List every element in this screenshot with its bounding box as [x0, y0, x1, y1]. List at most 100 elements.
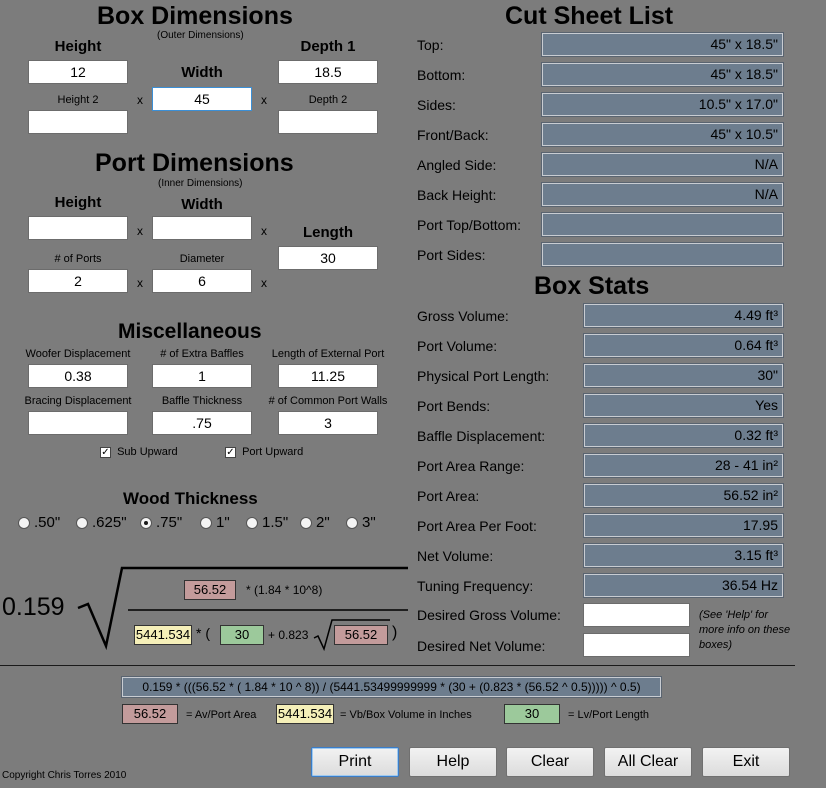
port-width-label: Width [181, 196, 223, 213]
formula-expression: 0.159 * (((56.52 * ( 1.84 * 10 ^ 8)) / (… [121, 676, 662, 698]
extra-baffles-input[interactable]: 1 [152, 364, 252, 388]
radio-option[interactable]: 2" [300, 514, 346, 532]
cut-sheet-value [541, 242, 784, 267]
cut-sheet-value: 45" x 18.5" [541, 62, 784, 87]
legend-box-volume-text: = Vb/Box Volume in Inches [340, 709, 472, 721]
box-height2-label: Height 2 [57, 94, 99, 106]
cut-sheet-label: Port Sides: [417, 247, 486, 263]
cut-sheet-value: N/A [541, 152, 784, 177]
bracing-displacement-input[interactable] [28, 411, 128, 435]
desired-gross-volume-input[interactable] [583, 603, 690, 627]
checkbox-check-icon: ✓ [100, 446, 111, 458]
stat-value: 36.54 Hz [583, 573, 784, 598]
formula-close-paren: ) [392, 624, 398, 641]
desired-net-volume-input[interactable] [583, 633, 690, 657]
box-stats-title: Box Stats [534, 272, 650, 300]
legend-port-area-text: = Av/Port Area [186, 709, 257, 721]
box-height-input[interactable]: 12 [28, 60, 128, 84]
help-note: (See 'Help' for more info on these boxes… [699, 609, 791, 651]
formula-star-paren: * ( [196, 625, 210, 641]
times-sign: x [137, 224, 143, 238]
help-button[interactable]: Help [409, 747, 497, 777]
baffle-thickness-input[interactable]: .75 [152, 411, 252, 435]
num-ports-input[interactable]: 2 [28, 269, 128, 293]
radio-option[interactable]: 1" [200, 514, 246, 532]
cut-sheet-value: 45" x 18.5" [541, 32, 784, 57]
box-height2-input[interactable] [28, 110, 128, 134]
common-port-walls-input[interactable]: 3 [278, 411, 378, 435]
cut-sheet-value [541, 212, 784, 237]
stat-value: 3.15 ft³ [583, 543, 784, 568]
radio-option[interactable]: 1.5" [246, 514, 300, 532]
port-dimensions-subtitle: (Inner Dimensions) [158, 178, 243, 189]
port-height-input[interactable] [28, 216, 128, 240]
copyright-text: Copyright Chris Torres 2010 [2, 770, 127, 781]
legend-port-area-box: 56.52 [122, 704, 178, 724]
sub-upward-checkbox[interactable]: ✓ Sub Upward [100, 446, 178, 458]
port-width-input[interactable] [152, 216, 252, 240]
checkbox-check-icon: ✓ [225, 446, 236, 458]
cut-sheet-label: Top: [417, 37, 444, 53]
radio-option[interactable]: .75" [140, 514, 200, 532]
sub-upward-label: Sub Upward [117, 446, 178, 458]
divider-line [0, 665, 795, 666]
box-dimensions-title: Box Dimensions [97, 2, 293, 30]
box-depth2-input[interactable] [278, 110, 378, 134]
times-sign: x [137, 276, 143, 290]
extra-baffles-label: # of Extra Baffles [160, 348, 244, 360]
bracing-displacement-label: Bracing Displacement [24, 395, 132, 407]
stat-label: Gross Volume: [417, 308, 509, 324]
exit-button[interactable]: Exit [702, 747, 790, 777]
port-upward-label: Port Upward [242, 446, 304, 458]
stat-label: Port Volume: [417, 338, 498, 354]
cut-sheet-label: Bottom: [417, 67, 466, 83]
cut-sheet-label: Back Height: [417, 187, 497, 203]
radio-option[interactable]: .50" [18, 514, 76, 532]
stat-value: 56.52 in² [583, 483, 784, 508]
stat-label: Physical Port Length: [417, 368, 550, 384]
stat-label: Port Area Per Foot: [417, 518, 537, 534]
box-depth2-label: Depth 2 [308, 94, 348, 106]
woofer-displacement-input[interactable]: 0.38 [28, 364, 128, 388]
cut-sheet-label: Sides: [417, 97, 456, 113]
external-port-length-label: Length of External Port [271, 348, 385, 360]
stat-label: Port Area Range: [417, 458, 525, 474]
stat-label: Tuning Frequency: [417, 578, 534, 594]
stat-label: Port Area: [417, 488, 480, 504]
port-length-label: Length [303, 224, 353, 241]
box-dimensions-subtitle: (Outer Dimensions) [157, 30, 244, 41]
baffle-thickness-label: Baffle Thickness [161, 395, 243, 407]
cut-sheet-title: Cut Sheet List [505, 2, 674, 30]
cut-sheet-label: Port Top/Bottom: [417, 217, 522, 233]
formula-port-length-box: 30 [220, 625, 264, 645]
port-dimensions-title: Port Dimensions [95, 149, 294, 177]
stat-label: Baffle Displacement: [417, 428, 546, 444]
stat-value: Yes [583, 393, 784, 418]
cut-sheet-label: Angled Side: [417, 157, 497, 173]
clear-button[interactable]: Clear [506, 747, 594, 777]
box-depth1-input[interactable]: 18.5 [278, 60, 378, 84]
radio-option[interactable]: .625" [76, 514, 140, 532]
port-upward-checkbox[interactable]: ✓ Port Upward [225, 446, 303, 458]
formula-port-area-box: 56.52 [184, 580, 236, 600]
port-diameter-input[interactable]: 6 [152, 269, 252, 293]
stat-value: 30" [583, 363, 784, 388]
print-button[interactable]: Print [311, 747, 399, 777]
num-ports-label: # of Ports [54, 253, 102, 265]
port-diameter-label: Diameter [179, 253, 225, 265]
cut-sheet-value: N/A [541, 182, 784, 207]
radio-option[interactable]: 3" [346, 514, 386, 532]
formula-port-area-box-2: 56.52 [334, 625, 388, 645]
desired-gross-volume-label: Desired Gross Volume: [417, 607, 561, 623]
box-width-input[interactable]: 45 [152, 87, 252, 111]
formula-box-volume-box: 5441.534 [134, 625, 192, 645]
times-sign: x [137, 93, 143, 107]
port-length-input[interactable]: 30 [278, 246, 378, 270]
formula-constant: 0.159 [2, 593, 65, 621]
cut-sheet-value: 10.5" x 17.0" [541, 92, 784, 117]
all-clear-button[interactable]: All Clear [604, 747, 692, 777]
stat-value: 17.95 [583, 513, 784, 538]
cut-sheet-value: 45" x 10.5" [541, 122, 784, 147]
stat-value: 28 - 41 in² [583, 453, 784, 478]
external-port-length-input[interactable]: 11.25 [278, 364, 378, 388]
